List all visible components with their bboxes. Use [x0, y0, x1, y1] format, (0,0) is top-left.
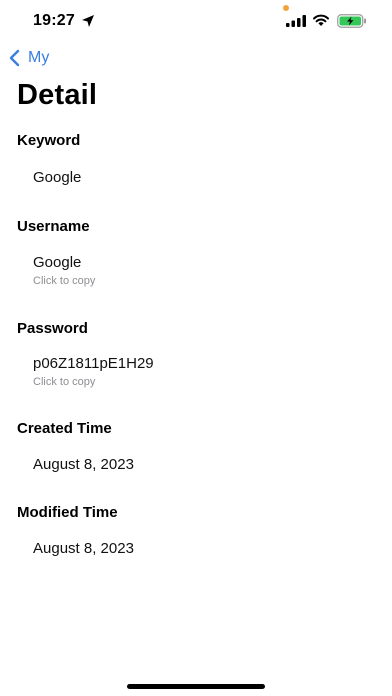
password-label: Password [17, 320, 88, 337]
chevron-left-icon [9, 49, 20, 67]
username-label: Username [17, 218, 90, 235]
password-copy-hint[interactable]: Click to copy [33, 376, 95, 388]
back-button[interactable]: My [8, 46, 49, 70]
created-time-value: August 8, 2023 [33, 456, 134, 473]
location-arrow-icon [82, 15, 94, 27]
page-title: Detail [17, 79, 98, 111]
signal-icon [286, 15, 306, 27]
keyword-label: Keyword [17, 132, 81, 149]
username-value[interactable]: Google [33, 254, 81, 271]
modified-time-value: August 8, 2023 [33, 540, 134, 557]
keyword-value: Google [33, 169, 82, 186]
username-copy-hint[interactable]: Click to copy [33, 275, 95, 287]
status-time: 19:27 [33, 12, 75, 29]
battery-charging-icon [337, 14, 366, 28]
created-time-label: Created Time [17, 420, 112, 437]
password-value[interactable]: p06Z1811pE1H29 [33, 355, 154, 372]
wifi-icon [313, 14, 329, 26]
privacy-indicator-dot [283, 5, 289, 11]
home-indicator[interactable] [127, 684, 265, 689]
status-bar: 19:27 [0, 0, 392, 44]
modified-time-label: Modified Time [17, 504, 118, 521]
back-button-label: My [28, 49, 50, 66]
